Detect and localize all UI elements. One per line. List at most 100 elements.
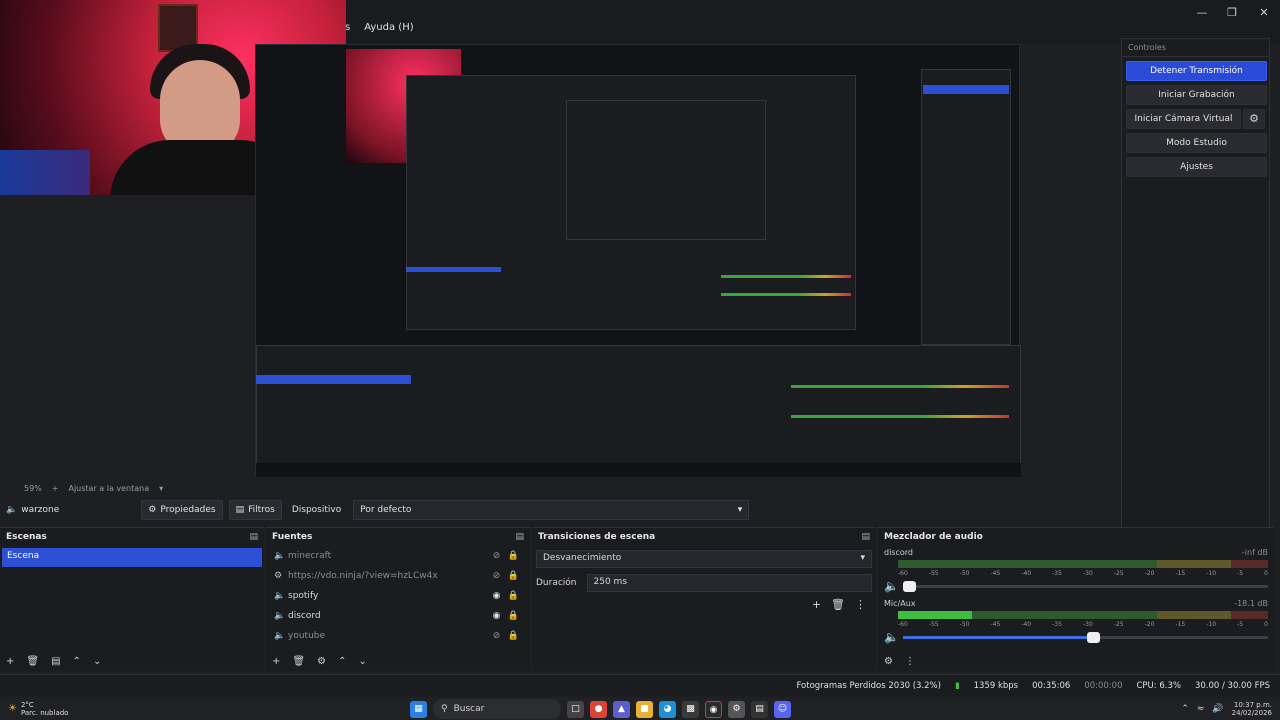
speaker-icon[interactable]: 🔈 bbox=[884, 579, 899, 593]
settings-button[interactable]: Ajustes bbox=[1126, 157, 1267, 177]
close-icon[interactable]: ✕ bbox=[1254, 6, 1274, 20]
device-label: Dispositivo bbox=[291, 505, 342, 515]
taskbar: ☀ 2°C Parc. nublado ▦ ⚲ Buscar □ ● ▲ ■ ◕… bbox=[0, 698, 1280, 720]
volume-slider[interactable]: 🔈 bbox=[884, 630, 1268, 644]
lock-icon[interactable]: 🔒 bbox=[505, 611, 522, 621]
lock-icon[interactable]: 🔒 bbox=[505, 591, 522, 601]
scene-item[interactable]: Escena bbox=[2, 548, 262, 567]
add-icon[interactable]: + bbox=[812, 598, 821, 611]
add-icon[interactable]: + bbox=[272, 656, 280, 667]
add-icon[interactable]: + bbox=[52, 484, 59, 493]
meter-tick-label: 0 bbox=[1264, 570, 1268, 577]
meter-level bbox=[898, 611, 972, 619]
add-icon[interactable]: + bbox=[6, 656, 14, 667]
search-label: Buscar bbox=[453, 704, 485, 714]
slider-handle[interactable] bbox=[902, 580, 916, 592]
controls-header: Controles bbox=[1122, 39, 1269, 57]
discord-icon[interactable]: ☺ bbox=[774, 700, 791, 718]
dock-menu-icon[interactable]: ▤ bbox=[861, 532, 870, 542]
lock-icon[interactable]: 🔒 bbox=[505, 551, 522, 561]
start-virtual-cam-button[interactable]: Iniciar Cámara Virtual bbox=[1126, 109, 1241, 129]
slider-handle[interactable] bbox=[1086, 631, 1100, 643]
advanced-audio-icon[interactable]: ⚙ bbox=[884, 656, 893, 667]
capcut-icon[interactable]: ▤ bbox=[751, 700, 768, 718]
settings-icon[interactable]: ⚙ bbox=[728, 700, 745, 718]
edge-icon[interactable]: ◕ bbox=[659, 700, 676, 718]
dock-menu-icon[interactable]: ▤ bbox=[515, 532, 524, 542]
maximize-icon[interactable]: ❐ bbox=[1222, 6, 1242, 20]
source-row[interactable]: 🔈 discord ◉ 🔒 bbox=[266, 606, 530, 626]
source-row[interactable]: 🔈 youtube ⊘ 🔒 bbox=[266, 626, 530, 646]
task-view-icon[interactable]: □ bbox=[567, 700, 584, 718]
chevron-down-icon[interactable]: ⌄ bbox=[93, 656, 101, 667]
volume-slider[interactable]: 🔈 bbox=[884, 579, 1268, 593]
zoom-level[interactable]: 59% bbox=[24, 484, 42, 493]
search-icon: ⚲ bbox=[441, 704, 448, 714]
mixer-channel: Mic/Aux -18.1 dB -60 -55 -50 -45 -40 -35 -30 -2… bbox=[878, 599, 1274, 644]
trash-icon[interactable]: 🗑 bbox=[831, 598, 845, 611]
stop-stream-button[interactable]: Detener Transmisión bbox=[1126, 61, 1267, 81]
meter-tick-label: -40 bbox=[1021, 570, 1032, 577]
dock-menu-icon[interactable]: ▤ bbox=[249, 532, 258, 542]
folder-icon[interactable]: ■ bbox=[636, 700, 653, 718]
weather-widget[interactable]: ☀ 2°C Parc. nublado bbox=[0, 701, 68, 717]
transition-select[interactable]: Desvanecimiento ▾ bbox=[536, 550, 872, 568]
meter-tick-label: -20 bbox=[1144, 570, 1155, 577]
weather-desc: Parc. nublado bbox=[20, 709, 69, 717]
trash-icon[interactable]: 🗑 bbox=[26, 656, 39, 667]
chrome-icon[interactable]: ● bbox=[590, 700, 607, 718]
filters-button[interactable]: ▤ Filtros bbox=[228, 500, 282, 520]
teams-icon[interactable]: ▲ bbox=[613, 700, 630, 718]
speaker-icon[interactable]: 🔊 bbox=[1212, 704, 1223, 714]
chevron-up-icon[interactable]: ⌃ bbox=[338, 656, 346, 667]
eye-hidden-icon[interactable]: ⊘ bbox=[488, 571, 505, 581]
filter-icon[interactable]: ▤ bbox=[51, 656, 60, 667]
nested-stop-button bbox=[923, 85, 1009, 94]
more-icon[interactable]: ⋮ bbox=[905, 656, 915, 667]
menu-item-help[interactable]: Ayuda (H) bbox=[364, 22, 413, 40]
lock-icon[interactable]: 🔒 bbox=[505, 571, 522, 581]
eye-hidden-icon[interactable]: ⊘ bbox=[488, 631, 505, 641]
minimize-icon[interactable]: — bbox=[1192, 6, 1212, 20]
properties-button[interactable]: ⚙ Propiedades bbox=[141, 500, 223, 520]
speaker-icon[interactable]: 🔈 bbox=[884, 630, 899, 644]
windows-start-icon[interactable]: ▦ bbox=[410, 700, 427, 718]
chevron-up-icon[interactable]: ⌃ bbox=[1181, 704, 1189, 714]
gear-icon: ⚙ bbox=[148, 505, 157, 515]
source-row[interactable]: 🔈 minecraft ⊘ 🔒 bbox=[266, 546, 530, 566]
fit-window[interactable]: Ajustar a la ventana bbox=[68, 484, 149, 493]
wifi-icon[interactable]: ≈ bbox=[1197, 704, 1205, 714]
eye-icon[interactable]: ◉ bbox=[488, 591, 505, 601]
nested-meter-3 bbox=[791, 385, 1009, 388]
chevron-up-icon[interactable]: ⌃ bbox=[73, 656, 81, 667]
duration-input[interactable]: 250 ms bbox=[586, 574, 872, 592]
source-label: discord bbox=[288, 611, 321, 621]
gear-icon[interactable]: ⚙ bbox=[1243, 109, 1265, 129]
store-icon[interactable]: ▩ bbox=[682, 700, 699, 718]
chevron-down-icon: ▾ bbox=[860, 553, 865, 563]
meter-tick-label: -10 bbox=[1206, 621, 1217, 628]
source-row[interactable]: ⚙ https://vdo.ninja/?view=hzLCw4x ⊘ 🔒 bbox=[266, 566, 530, 586]
studio-mode-button[interactable]: Modo Estudio bbox=[1126, 133, 1267, 153]
start-recording-button[interactable]: Iniciar Grabación bbox=[1126, 85, 1267, 105]
slider-track bbox=[902, 631, 1268, 643]
taskbar-search[interactable]: ⚲ Buscar bbox=[433, 699, 561, 719]
chevron-down-icon[interactable]: ▾ bbox=[159, 484, 163, 493]
preview-canvas[interactable] bbox=[255, 44, 1021, 477]
sources-header: Fuentes ▤ bbox=[266, 528, 530, 546]
transitions-header: Transiciones de escena ▤ bbox=[532, 528, 876, 546]
device-select[interactable]: Por defecto ▾ bbox=[353, 500, 750, 520]
chevron-down-icon[interactable]: ⌄ bbox=[358, 656, 366, 667]
clock[interactable]: 10:37 p.m. 24/02/2026 bbox=[1232, 701, 1272, 717]
lock-icon[interactable]: 🔒 bbox=[505, 631, 522, 641]
scenes-dock: Escenas ▤ Escena + 🗑 ▤ ⌃ ⌄ bbox=[0, 527, 264, 671]
trash-icon[interactable]: 🗑 bbox=[292, 656, 305, 667]
source-name: warzone bbox=[21, 505, 60, 515]
gear-icon[interactable]: ⚙ bbox=[317, 656, 326, 667]
eye-icon[interactable]: ◉ bbox=[488, 611, 505, 621]
eye-hidden-icon[interactable]: ⊘ bbox=[488, 551, 505, 561]
source-row[interactable]: 🔈 spotify ◉ 🔒 bbox=[266, 586, 530, 606]
obs-icon[interactable]: ◉ bbox=[705, 700, 722, 718]
menu-bar: s Ayuda (H) bbox=[345, 22, 414, 40]
more-icon[interactable]: ⋮ bbox=[855, 598, 866, 611]
